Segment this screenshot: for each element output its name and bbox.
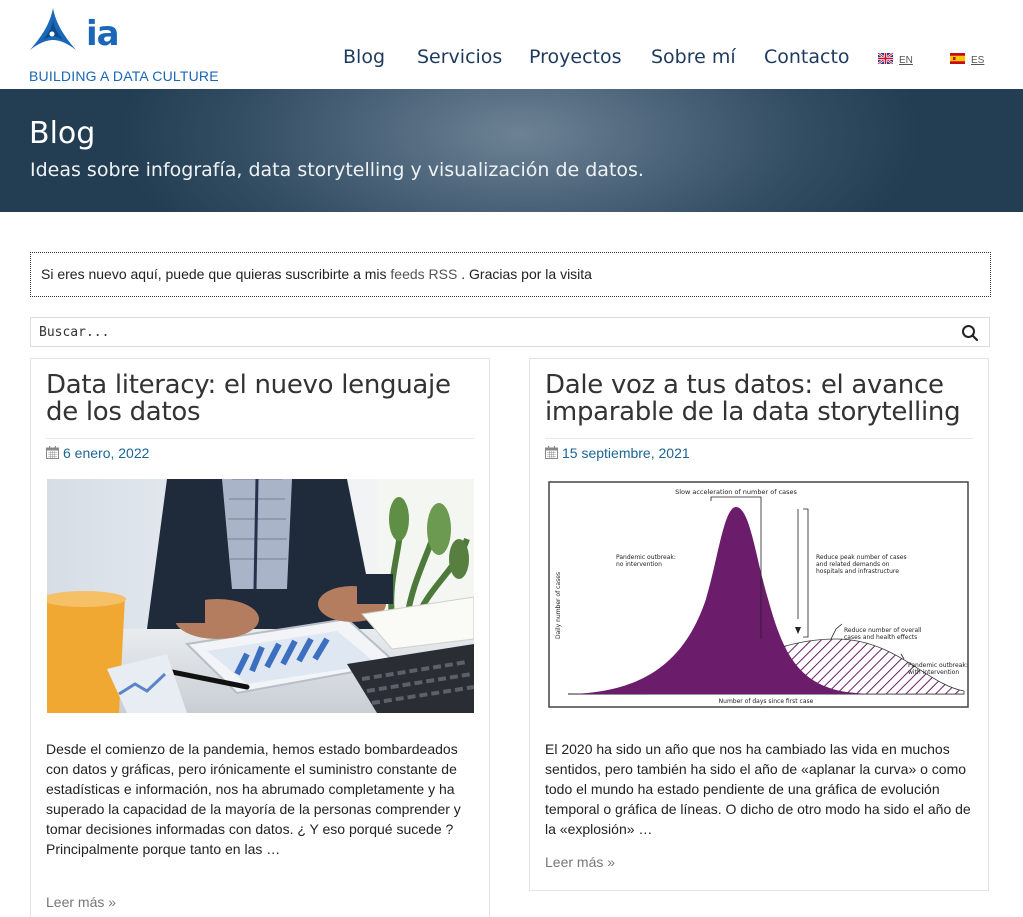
post-date-text: 6 enero, 2022 [63,445,150,461]
post-card: Dale voz a tus datos: el avance imparabl… [529,358,989,891]
title-divider [545,438,973,439]
calendar-icon [545,446,558,459]
uk-flag-icon [878,53,893,64]
logo-tagline: BUILDING A DATA CULTURE [29,68,219,84]
post-excerpt: Desde el comienzo de la pandemia, hemos … [46,741,461,857]
search-input[interactable] [31,318,951,346]
page-hero: Blog Ideas sobre infografía, data storyt… [0,89,1023,212]
post-date: 15 septiembre, 2021 [545,445,690,461]
logo-mark-icon [30,8,76,50]
subscribe-notice: Si eres nuevo aquí, puede que quieras su… [30,252,991,297]
figure-top-label: Slow acceleration of number of cases [675,488,797,496]
post-title[interactable]: Data literacy: el nuevo lenguaje de los … [46,372,476,426]
post-title[interactable]: Dale voz a tus datos: el avance imparabl… [545,372,975,426]
site-header: ia BUILDING A DATA CULTURE Blog Servicio… [0,0,1023,89]
language-es[interactable]: ES [950,53,984,66]
read-more-link[interactable]: Leer más » [46,894,116,910]
post-date: 6 enero, 2022 [46,445,149,461]
page-title: Blog [29,116,96,151]
search-bar [30,317,990,347]
language-en-label: EN [899,55,913,66]
post-excerpt: El 2020 ha sido un año que nos ha cambia… [545,741,971,837]
language-es-label: ES [971,55,985,66]
post-date-text: 15 septiembre, 2021 [562,445,690,461]
post-image-flatten-curve[interactable]: Slow acceleration of number of cases Pan… [546,479,973,713]
calendar-icon [46,446,59,459]
flatten-curve-figure: Slow acceleration of number of cases Pan… [546,479,973,713]
notice-suffix: . Gracias por la visita [457,266,592,282]
post-image-laptop-analytics[interactable] [47,479,474,713]
laptop-analytics-illustration [47,479,474,713]
rss-feed-link[interactable]: feeds RSS [390,266,457,282]
post-card: Data literacy: el nuevo lenguaje de los … [30,358,490,917]
nav-item-blog[interactable]: Blog [343,46,385,68]
language-en[interactable]: EN [878,53,913,66]
title-divider [46,438,474,439]
notice-prefix: Si eres nuevo aquí, puede que quieras su… [41,266,391,282]
figure-reduce-overall-label: Reduce number of overall cases and health… [844,627,922,641]
page-subtitle: Ideas sobre infografía, data storytellin… [30,159,644,181]
figure-ylabel: Daily number of cases [555,572,562,639]
figure-with-intervention-label: Pandemic outbreak: with intervention [908,662,968,676]
spain-flag-icon [950,53,965,64]
search-icon[interactable] [961,324,979,342]
nav-item-sobre-mi[interactable]: Sobre mí [651,46,736,68]
nav-item-proyectos[interactable]: Proyectos [529,46,622,68]
site-logo[interactable]: ia BUILDING A DATA CULTURE [28,6,219,86]
nav-item-contacto[interactable]: Contacto [764,46,850,68]
read-more-link[interactable]: Leer más » [545,854,615,870]
nav-item-servicios[interactable]: Servicios [417,46,502,68]
logo-text: ia [86,14,120,54]
figure-xlabel: Number of days since first case [719,698,814,705]
